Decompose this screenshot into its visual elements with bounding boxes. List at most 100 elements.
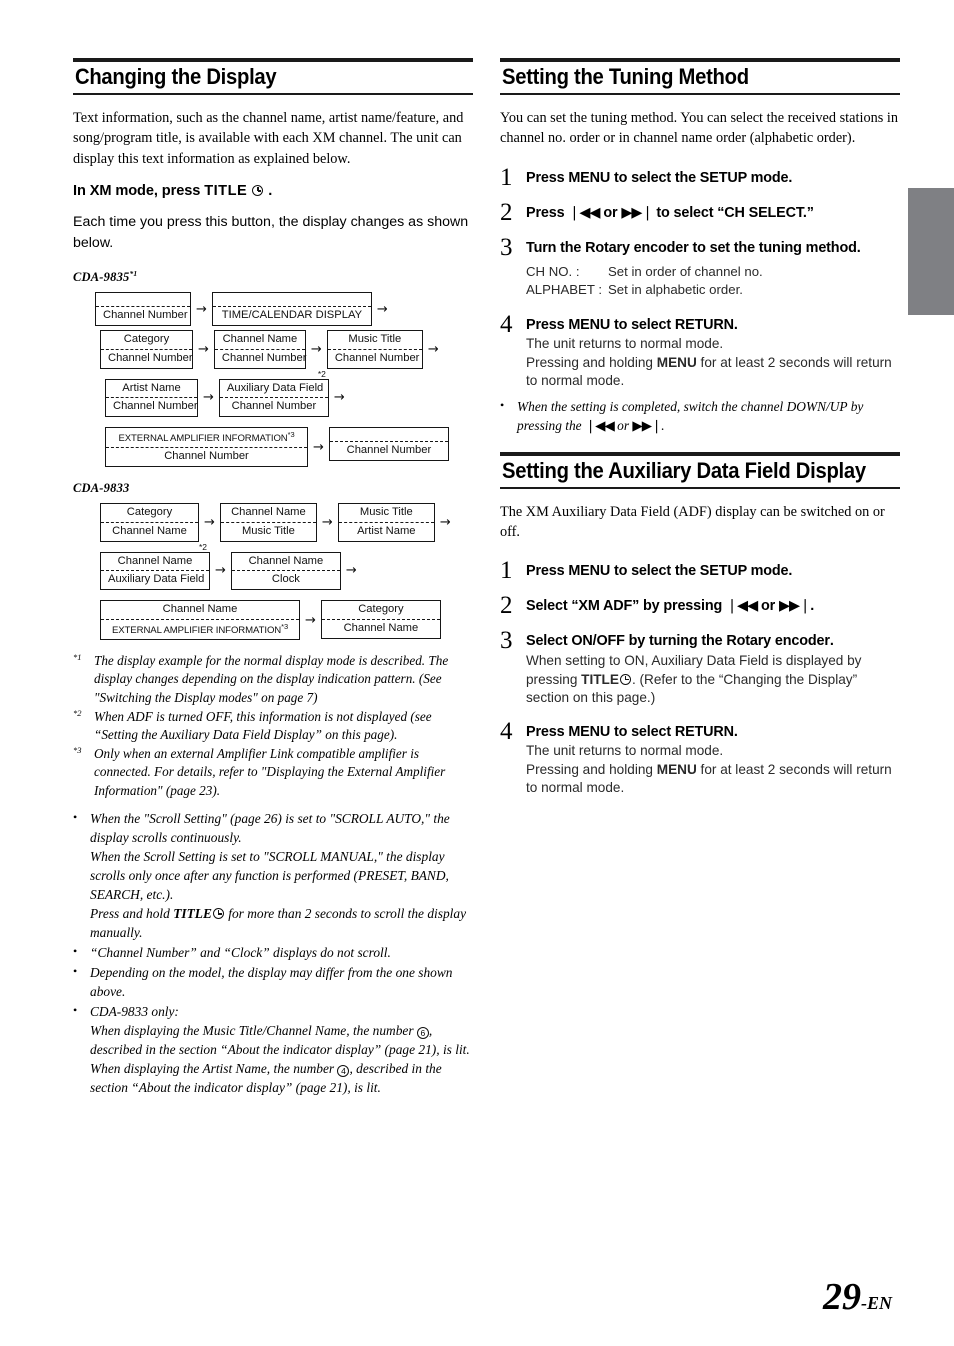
page-number-value: 29 [823, 1276, 861, 1318]
step-number: 4 [500, 717, 513, 745]
flow-box-top: Music Title [327, 331, 422, 350]
step-desc: The unit returns to normal mode. [526, 743, 724, 759]
prev-track-icon: ❘◀◀ [584, 418, 615, 434]
flow-box: Channel Number [328, 427, 449, 461]
section-title: Changing the Display [75, 64, 277, 89]
flow-box-top: Channel Name [231, 553, 340, 572]
flow-box-top [212, 293, 371, 308]
rotary-encoder-label: Rotary encoder [585, 239, 689, 256]
definition-key: ALPHABET : [526, 282, 602, 298]
circled-number-6: 6 [416, 1027, 429, 1040]
bullet-dot: • [73, 1003, 78, 1018]
flow-box: Category Channel Name [100, 503, 199, 542]
bullet-text: “Channel Number” and “Clock” displays do… [90, 945, 391, 961]
definition-row: CH NO. : Set in order of channel no. [526, 263, 900, 281]
flow-box: Channel Name EXTERNAL AMPLIFIER INFORMAT… [100, 600, 300, 641]
flow-box-top: Category [101, 331, 192, 350]
step-content: Select ON/OFF by turning the Rotary enco… [526, 629, 900, 707]
flow-row: Channel Number → TIME/CALENDAR DISPLAY → [95, 292, 473, 327]
flow-box-bottom: Channel Number [108, 351, 193, 364]
flow-box-footnote-mark: *2 [317, 368, 326, 379]
flow-box: *2 Auxiliary Data Field Channel Number [218, 369, 329, 418]
bullet-text: When the "Scroll Setting" (page 26) is s… [90, 809, 473, 942]
bullet-line: When the Scroll Setting is set to "SCROL… [90, 848, 449, 903]
flow-box-top [329, 428, 448, 443]
arrow-right-icon: → [345, 563, 357, 579]
flow-box-footnote-mark: *2 [198, 541, 207, 552]
step-number: 4 [500, 310, 513, 338]
arrow-right-icon: → [439, 514, 451, 530]
flow-box-top-text: EXTERNAL AMPLIFIER INFORMATION [118, 433, 288, 445]
flow-diagram-cda-9835: Channel Number → TIME/CALENDAR DISPLAY →… [73, 292, 473, 468]
flow-box: Music Title Artist Name [337, 503, 435, 542]
arrow-right-icon: → [198, 341, 209, 357]
flow-box: EXTERNAL AMPLIFIER INFORMATION*3 Channel… [105, 427, 308, 468]
flow-box-top: Auxiliary Data Field [219, 380, 328, 399]
step-title: Press MENU to select the SETUP mode. [526, 169, 793, 186]
xm-mode-subhead: In XM mode, press TITLE . [73, 183, 473, 199]
flow-box-footnote-mark: *3 [281, 621, 289, 631]
menu-button-label: MENU [568, 316, 611, 333]
subhead-suffix: . [268, 183, 273, 200]
left-column: Changing the Display Text information, s… [73, 58, 473, 1098]
page-number-suffix: -EN [861, 1293, 892, 1313]
menu-button-label: MENU [656, 761, 697, 777]
bullet-dot: • [500, 397, 505, 412]
next-track-icon: ▶▶❘ [778, 598, 811, 615]
title-button-label: TITLE [581, 671, 619, 687]
flow-box-top: Artist Name [106, 380, 197, 399]
flow-box-bottom: Channel Number [334, 351, 420, 364]
flow-box: *2 Channel Name Auxiliary Data Field [100, 542, 210, 591]
flow-box-top: Category [321, 601, 440, 620]
bullet-dot: • [73, 809, 78, 824]
flow-box-top: Music Title [338, 504, 434, 523]
step-number: 3 [500, 233, 513, 261]
arrow-right-icon: → [427, 341, 439, 357]
step-number: 1 [500, 163, 513, 191]
step-number: 1 [500, 557, 513, 585]
footnote-mark: *1 [73, 652, 82, 663]
clock-icon [252, 185, 264, 197]
flow-row: Category Channel Number → Channel Name C… [100, 330, 473, 369]
footnote-item: *2 When ADF is turned OFF, this informat… [73, 708, 473, 744]
menu-button-label: MENU [568, 563, 611, 580]
flow-box: Music Title Channel Number [326, 330, 423, 369]
footnote-item: *1 The display example for the normal di… [73, 652, 473, 707]
intro-paragraph: You can set the tuning method. You can s… [500, 109, 898, 147]
bullet-text: Depending on the model, the display may … [90, 965, 453, 1000]
step-desc: Pressing and holding MENU for at least 2… [526, 761, 892, 796]
menu-button-label: MENU [656, 354, 697, 370]
flow-box-bottom: Channel Name [343, 621, 419, 634]
flow-box: Channel Name Clock [230, 551, 341, 591]
definition-key: CH NO. : [526, 263, 580, 279]
step-number: 2 [500, 198, 513, 226]
bullet-item: • When the "Scroll Setting" (page 26) is… [73, 809, 473, 942]
flow-box-bottom: Artist Name [357, 524, 416, 537]
bullet-line: When the "Scroll Setting" (page 26) is s… [90, 810, 450, 845]
step-content: Press MENU to select RETURN. The unit re… [526, 720, 900, 798]
arrow-right-icon: → [203, 390, 214, 406]
flow-box: Category Channel Name [320, 600, 441, 639]
step-desc: Pressing and holding MENU for at least 2… [526, 354, 892, 389]
step-title: Press MENU to select the SETUP mode. [526, 563, 793, 580]
flow-box: Artist Name Channel Number [105, 378, 198, 418]
flow-box-bottom: TIME/CALENDAR DISPLAY [221, 309, 363, 322]
bullet-line-prefix: Press and hold [90, 906, 174, 922]
flow-box-top: Channel Name [101, 601, 299, 620]
flow-row: Channel Name EXTERNAL AMPLIFIER INFORMAT… [100, 600, 473, 641]
section-title: Setting the Tuning Method [502, 64, 749, 89]
prev-track-icon: ❘◀◀ [725, 598, 758, 615]
intro-paragraph: The XM Auxiliary Data Field (ADF) displa… [500, 503, 885, 541]
bullet-line: When displaying the Music Title/Channel … [90, 1023, 417, 1039]
title-button-label: TITLE [173, 906, 212, 922]
flow-box-bottom: Auxiliary Data Field [108, 573, 205, 586]
arrow-right-icon: → [321, 514, 333, 530]
footnote-text: Only when an external Amplifier Link com… [94, 746, 446, 798]
step-content: Press MENU to select RETURN. The unit re… [526, 313, 900, 391]
step-item: 4 Press MENU to select RETURN. The unit … [500, 310, 900, 391]
next-track-icon: ▶▶❘ [621, 204, 653, 221]
flow-box-bottom-text: EXTERNAL AMPLIFIER INFORMATION [111, 625, 282, 637]
flow-box: Channel Number [95, 292, 191, 327]
flow-box-bottom: Music Title [241, 524, 295, 537]
bullet-item: • CDA-9833 only: When displaying the Mus… [73, 1002, 473, 1097]
